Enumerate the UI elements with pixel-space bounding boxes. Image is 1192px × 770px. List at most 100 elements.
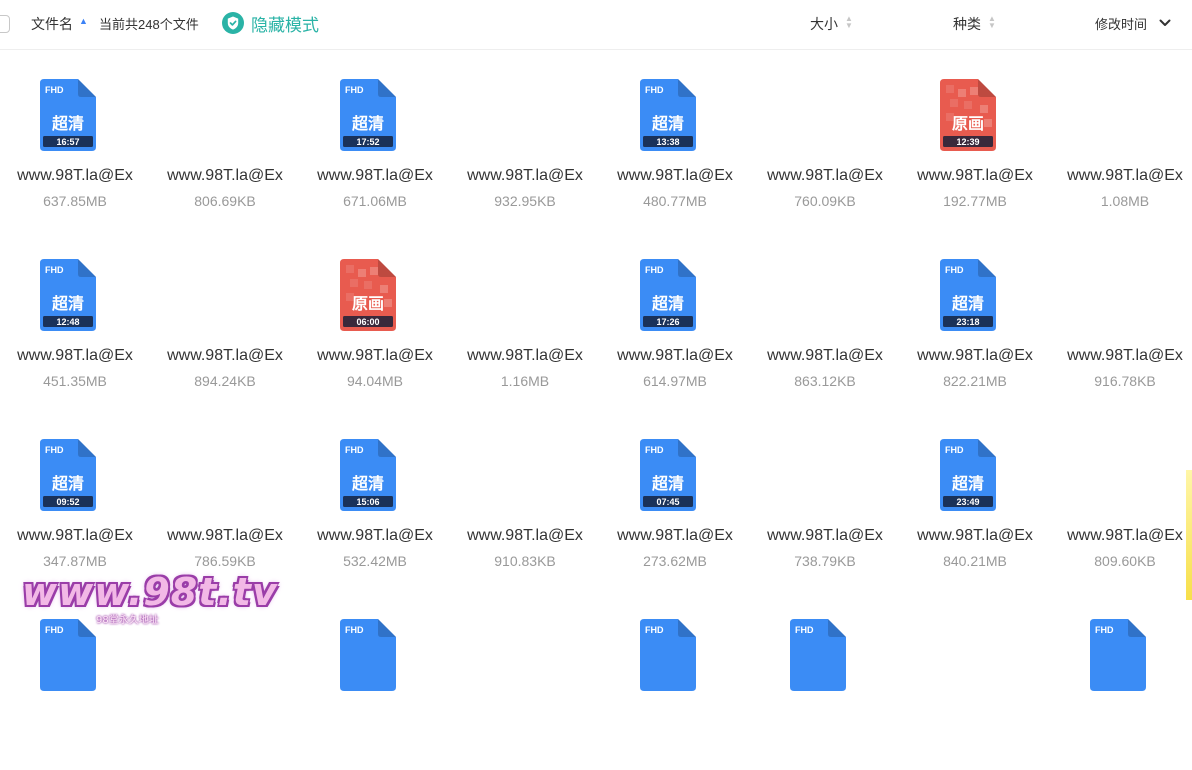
file-item[interactable]: www.98T.la@Ex 738.79KB	[750, 420, 900, 590]
sort-toggle-icon[interactable]: ▲ ▼	[988, 15, 996, 30]
video-file-icon: FHD 超清 23:18	[940, 259, 996, 331]
file-name: www.98T.la@Ex	[17, 167, 133, 184]
fhd-badge: FHD	[45, 85, 64, 95]
file-item[interactable]: FHD	[1050, 600, 1192, 770]
file-item[interactable]: www.98T.la@Ex 760.09KB	[750, 60, 900, 230]
video-file-icon: 原画 06:00	[340, 259, 396, 331]
file-item[interactable]	[900, 600, 1050, 770]
file-item[interactable]: FHD	[600, 600, 750, 770]
file-item[interactable]: www.98T.la@Ex 894.24KB	[150, 240, 300, 410]
duration-label: 15:06	[356, 497, 379, 507]
video-file-icon: FHD	[340, 619, 396, 691]
file-name: www.98T.la@Ex	[17, 347, 133, 364]
file-item[interactable]: FHD 超清 12:48 www.98T.la@Ex 451.35MB	[0, 240, 150, 410]
select-all-checkbox[interactable]	[0, 15, 10, 33]
duration-label: 23:18	[956, 317, 979, 327]
fhd-badge: FHD	[45, 265, 64, 275]
chevron-down-icon[interactable]	[1158, 16, 1172, 30]
file-item[interactable]: www.98T.la@Ex 1.08MB	[1050, 60, 1192, 230]
file-item[interactable]: FHD 超清 07:45 www.98T.la@Ex 273.62MB	[600, 420, 750, 590]
duration-label: 12:48	[56, 317, 79, 327]
file-item[interactable]: FHD 超清 17:52 www.98T.la@Ex 671.06MB	[300, 60, 450, 230]
fhd-badge: FHD	[795, 625, 814, 635]
video-file-icon: 原画 12:39	[940, 79, 996, 151]
file-name: www.98T.la@Ex	[617, 167, 733, 184]
file-item[interactable]: www.98T.la@Ex 932.95KB	[450, 60, 600, 230]
file-item[interactable]: FHD 超清 13:38 www.98T.la@Ex 480.77MB	[600, 60, 750, 230]
quality-label: 超清	[51, 114, 84, 133]
video-file-icon: FHD 超清 07:45	[640, 439, 696, 511]
video-file-icon: FHD 超清 15:06	[340, 439, 396, 511]
hide-mode-toggle[interactable]: 隐藏模式	[222, 11, 319, 35]
file-item[interactable]: FHD	[750, 600, 900, 770]
file-item[interactable]: FHD 超清 16:57 www.98T.la@Ex 637.85MB	[0, 60, 150, 230]
fhd-badge: FHD	[1095, 625, 1114, 635]
file-name: www.98T.la@Ex	[167, 527, 283, 544]
video-file-icon: FHD 超清 09:52	[40, 439, 96, 511]
file-name: www.98T.la@Ex	[917, 527, 1033, 544]
file-item[interactable]: www.98T.la@Ex 1.16MB	[450, 240, 600, 410]
quality-label: 超清	[51, 294, 84, 313]
fhd-badge: FHD	[345, 445, 364, 455]
file-size: 637.85MB	[43, 193, 107, 209]
sort-by-modified[interactable]: 修改时间	[1095, 14, 1147, 33]
quality-label: 超清	[51, 474, 84, 493]
file-item[interactable]: www.98T.la@Ex 806.69KB	[150, 60, 300, 230]
file-item[interactable]: FHD 超清 23:49 www.98T.la@Ex 840.21MB	[900, 420, 1050, 590]
file-list-header: 文件名 ▲ 当前共248个文件 隐藏模式 大小 ▲ ▼ 种类 ▲ ▼ 修改时间	[0, 0, 1192, 50]
file-size: 480.77MB	[643, 193, 707, 209]
file-item[interactable]: 原画 06:00 www.98T.la@Ex 94.04MB	[300, 240, 450, 410]
file-item[interactable]	[450, 600, 600, 770]
file-size: 614.97MB	[643, 373, 707, 389]
quality-label: 超清	[651, 474, 684, 493]
file-item[interactable]: FHD 超清 15:06 www.98T.la@Ex 532.42MB	[300, 420, 450, 590]
file-size: 273.62MB	[643, 553, 707, 569]
sort-by-type[interactable]: 种类	[953, 14, 981, 34]
duration-label: 23:49	[956, 497, 979, 507]
scrollbar[interactable]	[1186, 470, 1192, 600]
file-item[interactable]: www.98T.la@Ex 809.60KB	[1050, 420, 1192, 590]
sort-ascending-icon[interactable]: ▲	[79, 16, 88, 26]
file-item[interactable]: FHD	[300, 600, 450, 770]
fhd-badge: FHD	[645, 265, 664, 275]
file-item[interactable]: FHD 超清 23:18 www.98T.la@Ex 822.21MB	[900, 240, 1050, 410]
site-watermark: www.98t.tv	[22, 570, 278, 614]
file-item[interactable]: www.98T.la@Ex 786.59KB	[150, 420, 300, 590]
file-item[interactable]: 原画 12:39 www.98T.la@Ex 192.77MB	[900, 60, 1050, 230]
file-size: 840.21MB	[943, 553, 1007, 569]
site-watermark-subtitle: 98堂永久地址	[96, 615, 159, 626]
file-item[interactable]	[150, 600, 300, 770]
file-item[interactable]: FHD 超清 09:52 www.98T.la@Ex 347.87MB	[0, 420, 150, 590]
file-size: 786.59KB	[194, 553, 256, 569]
video-file-icon: FHD	[1090, 619, 1146, 691]
video-file-icon: FHD 超清 17:26	[640, 259, 696, 331]
file-item[interactable]: www.98T.la@Ex 916.78KB	[1050, 240, 1192, 410]
file-name: www.98T.la@Ex	[317, 527, 433, 544]
file-item[interactable]: FHD 超清 17:26 www.98T.la@Ex 614.97MB	[600, 240, 750, 410]
file-count: 当前共248个文件	[99, 17, 199, 32]
fhd-badge: FHD	[645, 625, 664, 635]
file-size: 809.60KB	[1094, 553, 1156, 569]
video-file-icon: FHD 超清 16:57	[40, 79, 96, 151]
quality-label: 原画	[952, 114, 984, 133]
file-name: www.98T.la@Ex	[1067, 347, 1183, 364]
file-name: www.98T.la@Ex	[467, 167, 583, 184]
file-size: 822.21MB	[943, 373, 1007, 389]
fhd-badge: FHD	[45, 445, 64, 455]
file-name: www.98T.la@Ex	[317, 347, 433, 364]
quality-label: 超清	[351, 474, 384, 493]
file-item[interactable]: www.98T.la@Ex 910.83KB	[450, 420, 600, 590]
file-size: 532.42MB	[343, 553, 407, 569]
fhd-badge: FHD	[945, 265, 964, 275]
duration-label: 17:52	[356, 137, 379, 147]
file-name: www.98T.la@Ex	[467, 527, 583, 544]
hide-mode-label: 隐藏模式	[251, 15, 319, 35]
sort-by-name[interactable]: 文件名	[31, 14, 73, 34]
sort-by-size[interactable]: 大小	[810, 14, 838, 34]
file-item[interactable]: www.98T.la@Ex 863.12KB	[750, 240, 900, 410]
duration-label: 12:39	[956, 137, 979, 147]
sort-toggle-icon[interactable]: ▲ ▼	[845, 15, 853, 30]
duration-label: 07:45	[656, 497, 679, 507]
video-file-icon: FHD	[790, 619, 846, 691]
file-size: 910.83KB	[494, 553, 556, 569]
